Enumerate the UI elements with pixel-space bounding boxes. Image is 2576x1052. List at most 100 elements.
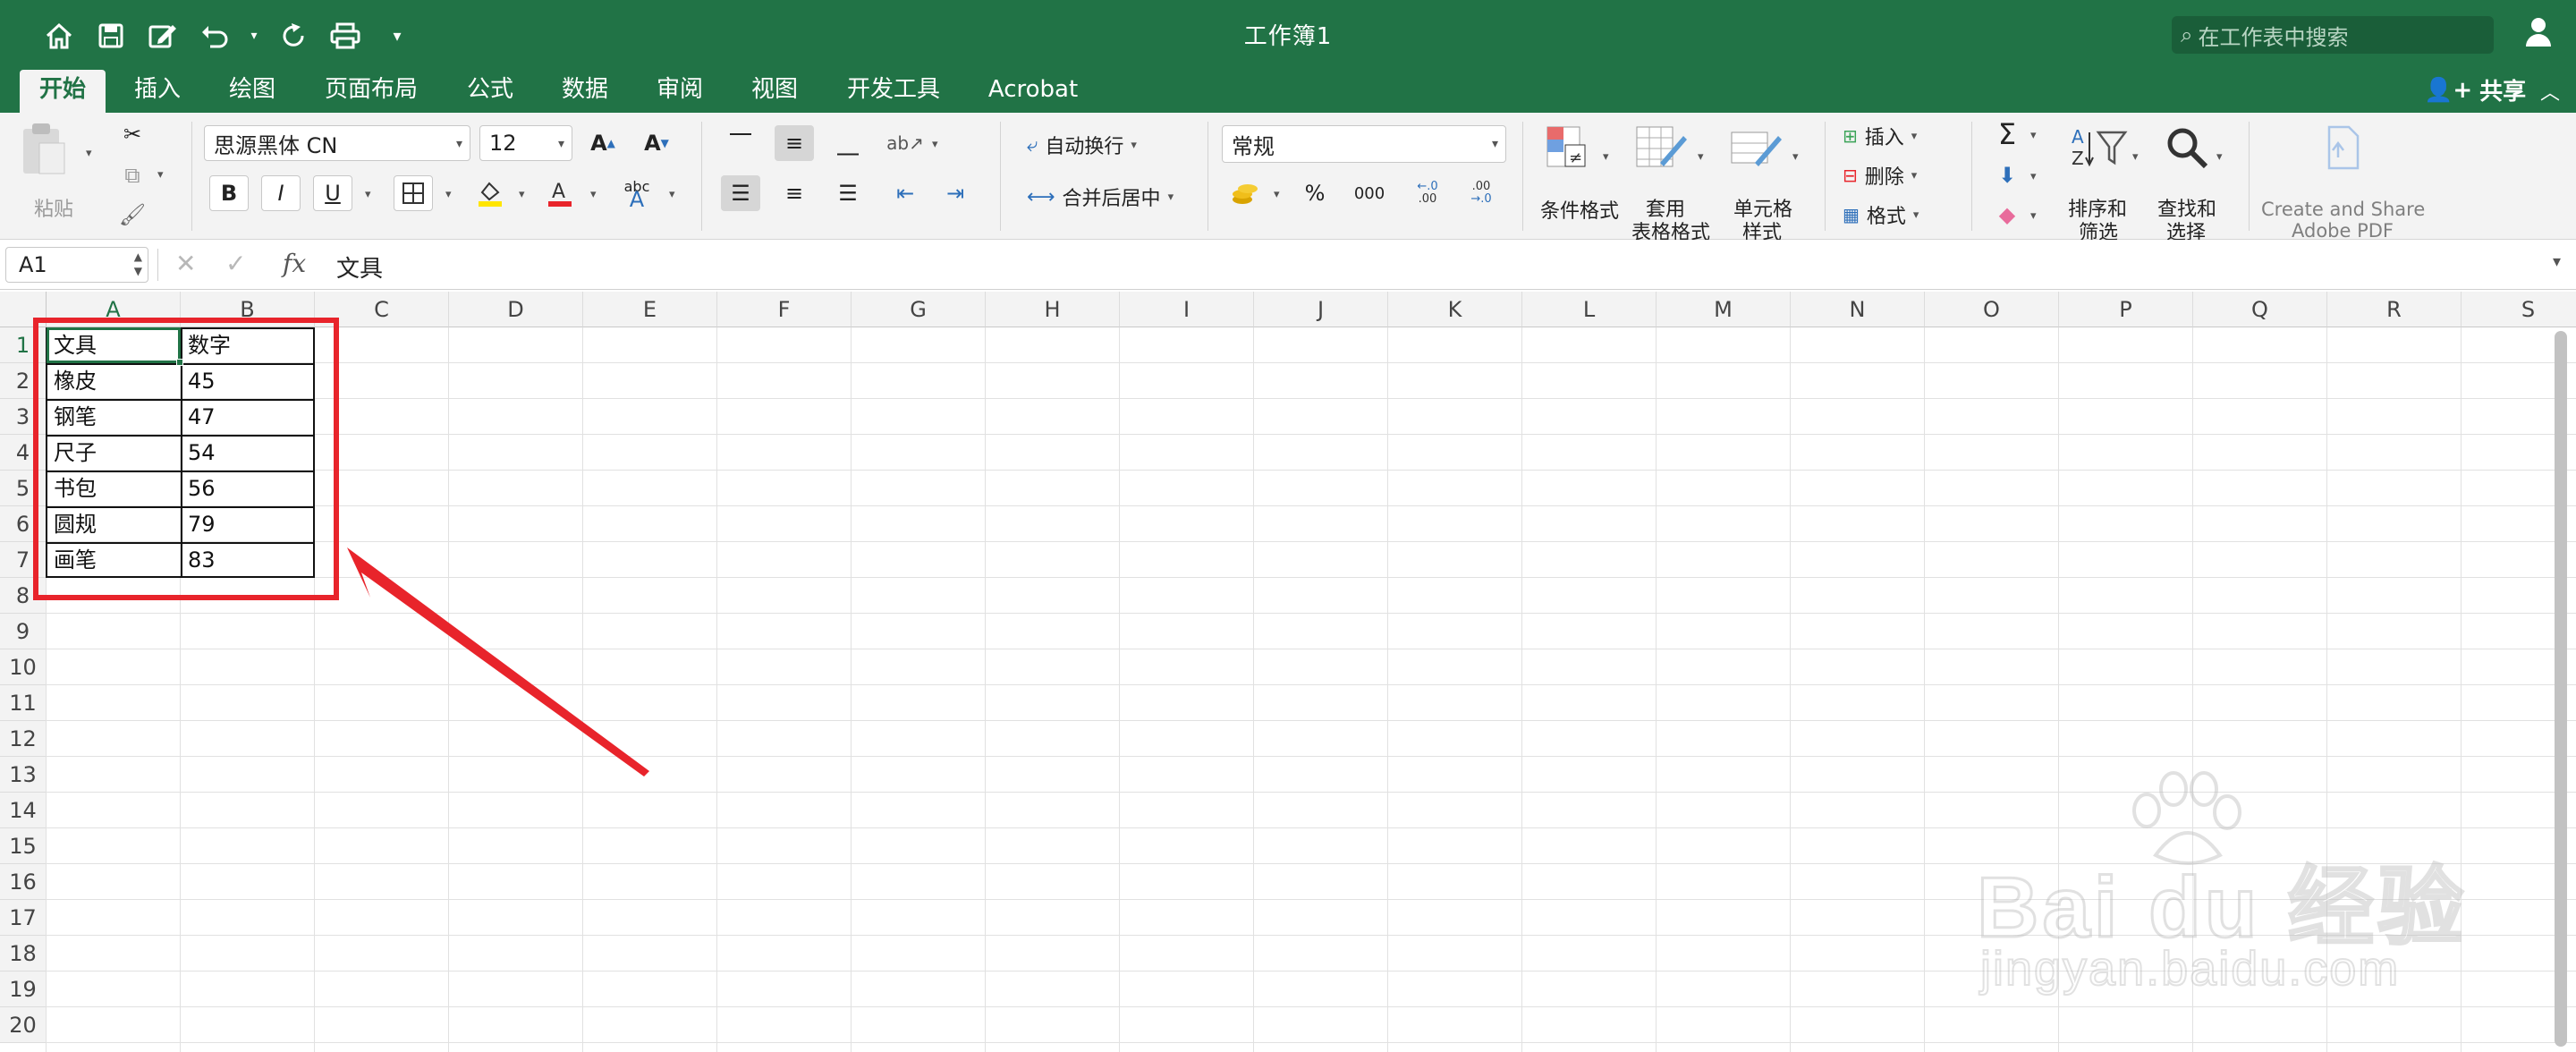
cut-icon[interactable]: ✂ bbox=[113, 116, 152, 152]
decrease-decimal-icon[interactable]: .00 →.0 bbox=[1462, 175, 1501, 211]
tab-formulas[interactable]: 公式 bbox=[454, 70, 526, 113]
expand-formula-icon[interactable]: ▾ bbox=[2553, 252, 2561, 271]
clear-dropdown-icon[interactable]: ▾ bbox=[2030, 209, 2037, 223]
cell-style-button[interactable]: ▾ 单元格 样式 bbox=[1723, 123, 1812, 244]
font-color-dropdown-icon[interactable]: ▾ bbox=[590, 188, 597, 201]
fill-dropdown-icon[interactable]: ▾ bbox=[2030, 170, 2037, 183]
phonetic-dropdown-icon[interactable]: ▾ bbox=[669, 188, 675, 201]
row-header-16[interactable]: 16 bbox=[0, 864, 47, 900]
row-header-20[interactable]: 20 bbox=[0, 1007, 47, 1043]
cancel-icon[interactable]: ✕ bbox=[175, 249, 196, 278]
merge-center-button[interactable]: ⟷ 合并后居中 ▾ bbox=[1027, 182, 1174, 211]
cell-b1[interactable]: 数字 bbox=[182, 327, 313, 363]
font-color-icon[interactable]: A bbox=[540, 175, 580, 211]
increase-indent-icon[interactable]: ⇥ bbox=[936, 175, 975, 211]
cell-a2[interactable]: 橡皮 bbox=[48, 363, 179, 399]
tab-data[interactable]: 数据 bbox=[549, 70, 621, 113]
row-header-15[interactable]: 15 bbox=[0, 828, 47, 864]
cell-b6[interactable]: 79 bbox=[182, 506, 313, 542]
tab-review[interactable]: 审阅 bbox=[644, 70, 716, 113]
paste-dropdown-icon[interactable]: ▾ bbox=[86, 147, 92, 160]
column-header-p[interactable]: P bbox=[2059, 292, 2193, 327]
sheet-search-input[interactable]: ⌕ 在工作表中搜索 bbox=[2172, 16, 2494, 54]
autosum-icon[interactable]: Σ bbox=[1987, 116, 2027, 152]
number-format-select[interactable]: 常规 ▾ bbox=[1222, 125, 1506, 163]
cell-a6[interactable]: 圆规 bbox=[48, 506, 179, 542]
tab-view[interactable]: 视图 bbox=[739, 70, 810, 113]
decrease-indent-icon[interactable]: ⇤ bbox=[886, 175, 925, 211]
align-center-icon[interactable]: ≡ bbox=[775, 175, 814, 211]
tab-insert[interactable]: 插入 bbox=[122, 70, 193, 113]
borders-dropdown-icon[interactable]: ▾ bbox=[445, 188, 452, 201]
tab-page-layout[interactable]: 页面布局 bbox=[313, 70, 429, 113]
cell-b5[interactable]: 56 bbox=[182, 471, 313, 506]
row-header-10[interactable]: 10 bbox=[0, 649, 47, 685]
row-header-1[interactable]: 1 bbox=[0, 327, 47, 363]
row-header-13[interactable]: 13 bbox=[0, 757, 47, 793]
clear-eraser-icon[interactable]: ◆ bbox=[1987, 197, 2027, 233]
column-header-d[interactable]: D bbox=[449, 292, 583, 327]
find-select-button[interactable]: ▾ 查找和 选择 bbox=[2150, 123, 2240, 244]
row-header-17[interactable]: 17 bbox=[0, 900, 47, 936]
wrap-text-button[interactable]: ⤶ 自动换行 ▾ bbox=[1027, 131, 1137, 159]
copy-icon[interactable]: ⧉ bbox=[113, 157, 152, 193]
copy-dropdown-icon[interactable]: ▾ bbox=[157, 168, 164, 182]
share-button[interactable]: 👤+ 共享 bbox=[2424, 73, 2526, 106]
row-header-9[interactable]: 9 bbox=[0, 614, 47, 649]
sort-filter-button[interactable]: AZ ▾ 排序和 筛选 bbox=[2057, 123, 2147, 244]
borders-icon[interactable] bbox=[394, 175, 433, 211]
cell-a7[interactable]: 画笔 bbox=[48, 542, 179, 578]
align-left-icon[interactable]: ☰ bbox=[721, 175, 760, 211]
column-header-g[interactable]: G bbox=[852, 292, 986, 327]
row-header-4[interactable]: 4 bbox=[0, 435, 47, 471]
column-header-n[interactable]: N bbox=[1791, 292, 1925, 327]
scrollbar-thumb[interactable] bbox=[2555, 331, 2567, 1047]
profile-icon[interactable] bbox=[2522, 14, 2558, 54]
format-painter-icon[interactable]: 🖌 bbox=[113, 197, 152, 233]
delete-cells-button[interactable]: ⊟ 删除 ▾ bbox=[1843, 161, 1917, 190]
row-header-14[interactable]: 14 bbox=[0, 793, 47, 828]
row-header-5[interactable]: 5 bbox=[0, 471, 47, 506]
column-header-o[interactable]: O bbox=[1925, 292, 2059, 327]
select-all-corner[interactable] bbox=[0, 292, 47, 327]
row-header-2[interactable]: 2 bbox=[0, 363, 47, 399]
increase-decimal-icon[interactable]: ←.0.00 bbox=[1408, 175, 1447, 211]
tab-draw[interactable]: 绘图 bbox=[216, 70, 288, 113]
row-header-3[interactable]: 3 bbox=[0, 399, 47, 435]
table-format-button[interactable]: ▾ 套用 表格格式 bbox=[1626, 123, 1716, 244]
thousands-button[interactable]: 000 bbox=[1347, 175, 1392, 211]
create-adobe-pdf-button[interactable]: Create and Share Adobe PDF bbox=[2259, 123, 2425, 242]
cell-a5[interactable]: 书包 bbox=[48, 471, 179, 506]
autosum-dropdown-icon[interactable]: ▾ bbox=[2030, 129, 2037, 142]
fill-color-dropdown-icon[interactable]: ▾ bbox=[519, 188, 525, 201]
currency-icon[interactable] bbox=[1225, 175, 1265, 211]
font-name-select[interactable]: 思源黑体 CN ▾ bbox=[204, 125, 470, 161]
orientation-icon[interactable]: ab↗ bbox=[886, 125, 925, 161]
row-header-7[interactable]: 7 bbox=[0, 542, 47, 578]
worksheet-grid[interactable]: ABCDEFGHIJKLMNOPQRS 1 2 3 4 5 6 7 8 9 10 11 12 13 14 1… bbox=[0, 292, 2576, 1052]
column-header-r[interactable]: R bbox=[2327, 292, 2462, 327]
name-box[interactable]: A1 ▲ ▼ bbox=[5, 247, 148, 283]
tab-acrobat[interactable]: Acrobat bbox=[977, 70, 1089, 113]
column-header-c[interactable]: C bbox=[315, 292, 449, 327]
formula-input[interactable]: 文具 bbox=[336, 250, 383, 284]
paste-button[interactable]: 粘贴 bbox=[18, 122, 89, 229]
decrease-font-size-button[interactable]: A ▼ bbox=[637, 125, 676, 161]
underline-dropdown-icon[interactable]: ▾ bbox=[365, 188, 371, 201]
row-header-11[interactable]: 11 bbox=[0, 685, 47, 721]
align-right-icon[interactable]: ☰ bbox=[828, 175, 868, 211]
row-header-19[interactable]: 19 bbox=[0, 971, 47, 1007]
row-header-12[interactable]: 12 bbox=[0, 721, 47, 757]
percent-button[interactable]: % bbox=[1295, 175, 1335, 211]
confirm-icon[interactable]: ✓ bbox=[225, 249, 246, 278]
row-header-18[interactable]: 18 bbox=[0, 936, 47, 971]
font-size-select[interactable]: 12 ▾ bbox=[479, 125, 572, 161]
tab-home[interactable]: 开始 bbox=[20, 70, 106, 113]
column-header-m[interactable]: M bbox=[1657, 292, 1791, 327]
column-header-i[interactable]: I bbox=[1120, 292, 1254, 327]
insert-function-button[interactable]: fx bbox=[283, 249, 306, 278]
column-header-j[interactable]: J bbox=[1254, 292, 1388, 327]
column-header-f[interactable]: F bbox=[717, 292, 852, 327]
orientation-dropdown-icon[interactable]: ▾ bbox=[932, 138, 938, 151]
cell-b4[interactable]: 54 bbox=[182, 435, 313, 471]
